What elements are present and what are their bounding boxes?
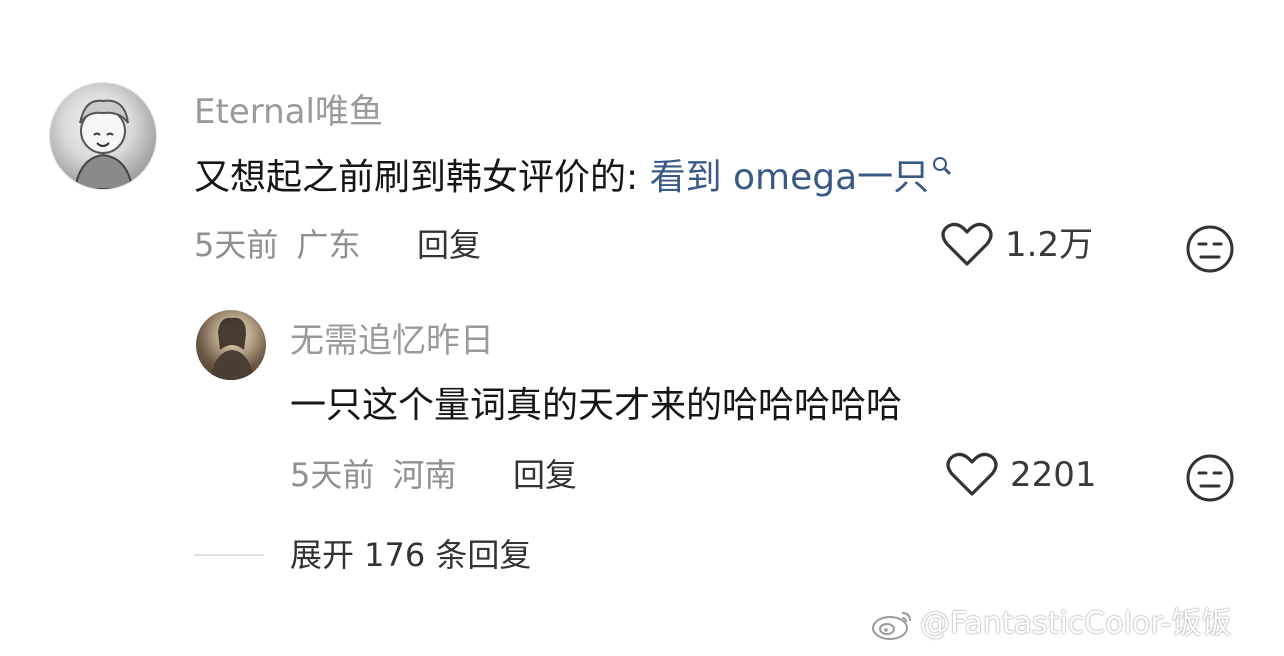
avatar-photo [210,317,254,380]
reply-username[interactable]: 无需追忆昨日 [290,321,494,361]
avatar[interactable] [49,82,157,190]
avatar-illustration [73,99,134,189]
watermark: @FantasticColor-饭饭 [870,606,1232,642]
comment-time: 5天前 [194,226,279,264]
expand-divider [194,554,264,556]
heart-outline-icon [941,222,993,266]
neutral-face-icon [1186,454,1234,502]
reply-location: 河南 [392,456,457,494]
reply-time: 5天前 [290,456,375,494]
watermark-text: @FantasticColor-饭饭 [920,606,1232,641]
search-icon[interactable] [933,157,948,171]
comment-text-prefix: 又想起之前刷到韩女评价的: [194,157,650,198]
comment-username[interactable]: Eternal唯鱼 [194,92,383,132]
heart-outline-icon [946,452,998,496]
like-count: 1.2万 [1005,225,1094,265]
reply-button[interactable]: 回复 [417,225,481,265]
reply-reply-button[interactable]: 回复 [513,455,577,495]
comment-location: 广东 [296,226,361,264]
like-button[interactable]: 1.2万 [941,222,1093,268]
neutral-face-icon [1186,225,1234,273]
dislike-button[interactable] [1185,224,1235,278]
reply-like-count: 2201 [1010,455,1097,495]
search-keyword-link[interactable]: 看到 omega一只 [650,157,930,198]
reply-text: 一只这个量词真的天才来的哈哈哈哈哈 [290,385,903,426]
reply-dislike-button[interactable] [1185,453,1235,507]
reply-avatar[interactable] [196,310,266,380]
reply-meta: 5天前 河南 [290,455,457,495]
comment-meta: 5天前 广东 [194,225,361,265]
reply-like-button[interactable]: 2201 [946,452,1097,498]
weibo-logo-icon [872,612,911,640]
comment-text: 又想起之前刷到韩女评价的: 看到 omega一只 [194,156,948,200]
expand-replies-button[interactable]: 展开 176 条回复 [290,535,531,575]
